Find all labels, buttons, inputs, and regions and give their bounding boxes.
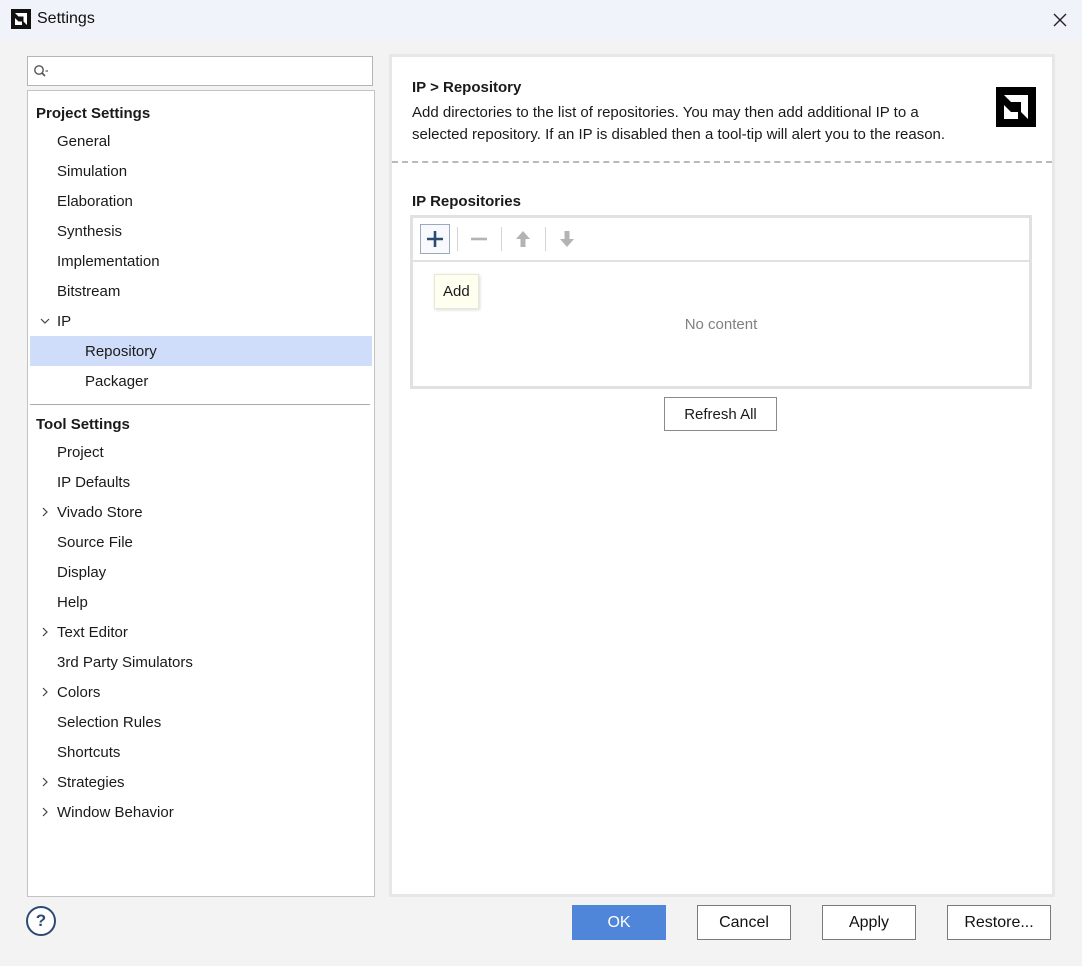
tree-item-elaboration[interactable]: Elaboration	[28, 186, 372, 216]
tree-item-selection-rules[interactable]: Selection Rules	[28, 707, 372, 737]
chevron-right-icon[interactable]	[40, 807, 50, 817]
search-input[interactable]	[27, 56, 373, 86]
tree-item-label: IP	[57, 312, 72, 330]
amd-app-icon	[11, 9, 31, 29]
chevron-right-icon[interactable]	[40, 627, 50, 637]
ip-repositories-list[interactable]: No content Add	[410, 215, 1032, 389]
tree-item-text-editor[interactable]: Text Editor	[28, 617, 372, 647]
close-icon	[1053, 13, 1067, 27]
tree-item-help[interactable]: Help	[28, 587, 372, 617]
apply-button[interactable]: Apply	[822, 905, 916, 940]
tree-item-general[interactable]: General	[28, 126, 372, 156]
tree-item-label: Window Behavior	[57, 803, 174, 821]
tree-item-source-file[interactable]: Source File	[28, 527, 372, 557]
tree-item-label: Strategies	[57, 773, 125, 791]
tree-item-bitstream[interactable]: Bitstream	[28, 276, 372, 306]
help-icon: ?	[35, 911, 47, 930]
add-repository-button[interactable]	[420, 224, 450, 254]
tree-item-repository[interactable]: Repository	[30, 336, 372, 366]
header-divider	[392, 161, 1052, 163]
cancel-button[interactable]: Cancel	[697, 905, 791, 940]
tree-item-3rd-party-simulators[interactable]: 3rd Party Simulators	[28, 647, 372, 677]
tree-item-project[interactable]: Project	[28, 437, 372, 467]
minus-icon	[471, 237, 487, 241]
tree-item-label: Colors	[57, 683, 101, 701]
tree-item-label: Packager	[85, 372, 149, 390]
tree-item-label: Implementation	[57, 252, 160, 270]
tree-item-label: Shortcuts	[57, 743, 121, 761]
amd-logo-icon	[996, 87, 1036, 127]
tree-item-vivado-store[interactable]: Vivado Store	[28, 497, 372, 527]
toolbar-separator	[545, 227, 546, 251]
tree-item-shortcuts[interactable]: Shortcuts	[28, 737, 372, 767]
tree-item-ip-defaults[interactable]: IP Defaults	[28, 467, 372, 497]
close-button[interactable]	[1048, 8, 1072, 32]
tree-item-label: Bitstream	[57, 282, 121, 300]
search-icon	[34, 65, 48, 77]
remove-repository-button[interactable]	[464, 224, 494, 254]
ip-repositories-label: IP Repositories	[412, 193, 521, 210]
arrow-up-icon	[516, 231, 530, 247]
tree-item-label: Synthesis	[57, 222, 123, 240]
tree-item-label: Vivado Store	[57, 503, 143, 521]
arrow-down-icon	[560, 231, 574, 247]
tree-item-colors[interactable]: Colors	[28, 677, 372, 707]
tree-divider	[30, 404, 370, 405]
section-tool-settings: Tool Settings	[28, 409, 372, 439]
tree-item-label: Help	[57, 593, 88, 611]
tree-item-simulation[interactable]: Simulation	[28, 156, 372, 186]
chevron-right-icon[interactable]	[40, 507, 50, 517]
ok-button[interactable]: OK	[572, 905, 666, 940]
tree-item-window-behavior[interactable]: Window Behavior	[28, 797, 372, 827]
tree-item-label: IP Defaults	[57, 473, 131, 491]
tree-item-label: Simulation	[57, 162, 128, 180]
move-down-button[interactable]	[552, 224, 582, 254]
tree-item-label: Source File	[57, 533, 133, 551]
section-project-settings: Project Settings	[28, 98, 372, 128]
chevron-down-icon[interactable]	[40, 316, 50, 326]
section-label: Project Settings	[36, 104, 151, 122]
section-label: Tool Settings	[36, 415, 130, 433]
settings-content-panel: IP > Repository Add directories to the l…	[389, 54, 1055, 897]
tree-item-display[interactable]: Display	[28, 557, 372, 587]
tree-item-label: Project	[57, 443, 104, 461]
repo-toolbar	[413, 218, 1029, 262]
plus-icon	[427, 231, 443, 247]
tree-item-label: General	[57, 132, 111, 150]
tree-item-strategies[interactable]: Strategies	[28, 767, 372, 797]
page-description: Add directories to the list of repositor…	[412, 104, 946, 143]
chevron-right-icon[interactable]	[40, 687, 50, 697]
title-bar: Settings	[0, 0, 1082, 40]
move-up-button[interactable]	[508, 224, 538, 254]
settings-tree: Project Settings General Simulation Elab…	[27, 90, 375, 897]
tree-item-label: Display	[57, 563, 107, 581]
refresh-all-button[interactable]: Refresh All	[664, 397, 777, 431]
restore-button[interactable]: Restore...	[947, 905, 1051, 940]
empty-list-text: No content	[684, 316, 758, 333]
help-button[interactable]: ?	[26, 906, 56, 936]
tree-item-synthesis[interactable]: Synthesis	[28, 216, 372, 246]
toolbar-separator	[501, 227, 502, 251]
window-title: Settings	[37, 10, 95, 27]
tree-item-label: Text Editor	[57, 623, 128, 641]
page-title: IP > Repository	[412, 79, 522, 96]
add-tooltip: Add	[434, 274, 479, 309]
tree-item-ip[interactable]: IP	[28, 306, 372, 336]
tree-item-label: Elaboration	[57, 192, 133, 210]
tree-item-packager[interactable]: Packager	[28, 366, 372, 396]
chevron-right-icon[interactable]	[40, 777, 50, 787]
tree-item-label: Selection Rules	[57, 713, 162, 731]
tree-item-label: Repository	[85, 342, 157, 360]
toolbar-separator	[457, 227, 458, 251]
tree-item-label: 3rd Party Simulators	[57, 653, 193, 671]
tree-item-implementation[interactable]: Implementation	[28, 246, 372, 276]
